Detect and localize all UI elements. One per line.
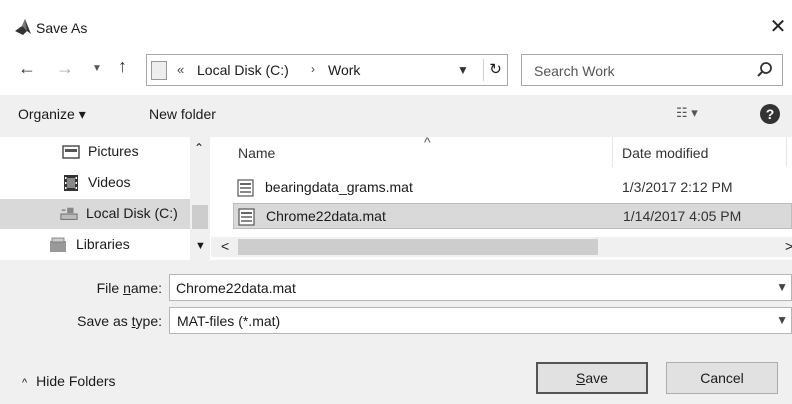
table-row-selected[interactable]: Chrome22data.mat 1/14/2017 4:05 PM	[233, 203, 792, 229]
sidebar-item-label: Libraries	[76, 236, 130, 252]
search-icon[interactable]	[756, 61, 774, 79]
horizontal-scrollbar[interactable]: < >	[211, 237, 792, 257]
pictures-icon	[62, 145, 80, 159]
mat-file-icon	[238, 208, 255, 226]
address-dropdown-icon[interactable]: ▼	[457, 63, 469, 77]
save-as-type-select[interactable]: MAT-files (*.mat) ▼	[169, 307, 792, 334]
save-form: File name: ▼ Save as type: MAT-files (*.…	[0, 260, 792, 404]
refresh-button[interactable]: ↻	[483, 59, 507, 81]
column-divider[interactable]	[786, 137, 787, 167]
sidebar-item-label: Pictures	[88, 143, 139, 159]
file-name-label: File name:	[96, 280, 162, 296]
organize-button[interactable]: Organize ▾	[18, 106, 86, 123]
view-options-button[interactable]: ☷ ▾	[676, 105, 698, 121]
search-input[interactable]	[534, 61, 744, 81]
sort-ascending-icon: ^	[424, 134, 431, 150]
cancel-button[interactable]: Cancel	[666, 362, 778, 394]
sidebar-item-local-disk[interactable]: Local Disk (C:)	[0, 199, 190, 229]
sidebar-item-pictures[interactable]: Pictures	[0, 137, 190, 167]
drive-icon	[60, 207, 78, 220]
sidebar-scrollbar[interactable]: ⌃ ▼	[190, 137, 210, 260]
table-row[interactable]: bearingdata_grams.mat 1/3/2017 2:12 PM	[227, 175, 792, 201]
breadcrumb-separator[interactable]: ›	[311, 62, 315, 76]
chevron-down-icon[interactable]: ▼	[776, 280, 788, 294]
mat-file-icon	[237, 179, 254, 197]
up-button[interactable]: ↑	[118, 56, 127, 76]
back-button[interactable]: ←	[18, 58, 36, 78]
save-as-type-label: Save as type:	[77, 313, 162, 329]
title-bar: Save As ✕	[0, 0, 792, 54]
new-folder-button[interactable]: New folder	[149, 106, 216, 122]
close-button[interactable]: ✕	[766, 16, 790, 40]
address-bar[interactable]: « Local Disk (C:) › Work ▼ ↻	[146, 54, 508, 86]
scrollbar-thumb[interactable]	[238, 239, 598, 255]
file-date: 1/14/2017 4:05 PM	[623, 208, 742, 224]
sidebar-item-label: Local Disk (C:)	[86, 205, 178, 221]
column-header-date-modified[interactable]: Date modified	[622, 145, 708, 161]
hide-folders-button[interactable]: ^ Hide Folders	[22, 373, 116, 389]
videos-icon	[64, 175, 78, 191]
file-name: Chrome22data.mat	[266, 208, 386, 224]
chevron-up-icon: ^	[22, 377, 28, 389]
sidebar-item-libraries[interactable]: Libraries	[0, 230, 190, 260]
file-name-combobox[interactable]: ▼	[169, 274, 792, 301]
column-header-name[interactable]: Name	[238, 145, 275, 161]
scroll-down-icon[interactable]: ▼	[195, 240, 206, 252]
file-name-input[interactable]	[176, 279, 766, 297]
navigation-pane: Pictures Videos Local Disk (C:) Librarie…	[0, 137, 210, 260]
command-bar: Organize ▾ New folder ☷ ▾ ?	[0, 95, 792, 137]
help-button[interactable]: ?	[760, 104, 780, 124]
scroll-up-icon[interactable]: ⌃	[194, 141, 204, 155]
folder-icon	[151, 61, 167, 80]
libraries-icon	[50, 237, 66, 252]
address-overflow-button[interactable]: «	[177, 62, 184, 77]
file-name: bearingdata_grams.mat	[265, 179, 413, 195]
sidebar-item-label: Videos	[88, 174, 131, 190]
save-button[interactable]: Save	[536, 362, 648, 394]
column-divider[interactable]	[612, 137, 613, 167]
scroll-right-icon[interactable]: >	[785, 238, 792, 254]
forward-button[interactable]: →	[56, 58, 74, 78]
sidebar-item-videos[interactable]: Videos	[0, 168, 190, 198]
window-title: Save As	[36, 20, 88, 36]
scroll-left-icon[interactable]: <	[221, 238, 229, 254]
chevron-down-icon[interactable]: ▼	[776, 313, 788, 327]
save-as-type-value: MAT-files (*.mat)	[177, 313, 281, 329]
breadcrumb-work[interactable]: Work	[328, 62, 360, 78]
recent-locations-button[interactable]: ▼	[92, 63, 102, 74]
breadcrumb-local-disk[interactable]: Local Disk (C:)	[197, 62, 289, 78]
search-box[interactable]	[521, 54, 783, 86]
file-date: 1/3/2017 2:12 PM	[622, 179, 733, 195]
scrollbar-thumb[interactable]	[192, 205, 208, 229]
matlab-logo-icon	[15, 19, 31, 35]
file-list: ^ Name Date modified bearingdata_grams.m…	[211, 134, 792, 260]
